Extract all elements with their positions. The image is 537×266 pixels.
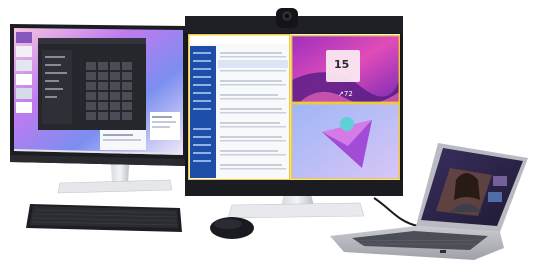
left-monitor-app-window	[38, 38, 146, 130]
external-keyboard	[26, 204, 182, 232]
external-mouse	[210, 217, 254, 239]
right-monitor-mail-app	[188, 34, 290, 180]
right-monitor-calendar-panel: 15 ↗72	[292, 36, 399, 104]
webcam	[276, 8, 298, 28]
dell-logo-icon	[440, 250, 446, 253]
right-monitor: 15 ↗72	[185, 8, 403, 219]
right-monitor-stand-base	[227, 202, 365, 219]
right-monitor-art-panel	[292, 104, 399, 178]
calendar-date: 15	[334, 58, 349, 71]
left-monitor-stand-base	[57, 179, 173, 194]
desk-setup-scene: 15 ↗72	[0, 0, 537, 266]
left-monitor	[10, 24, 186, 194]
usb-cable	[373, 197, 419, 227]
weather-temp: ↗72	[338, 90, 353, 98]
